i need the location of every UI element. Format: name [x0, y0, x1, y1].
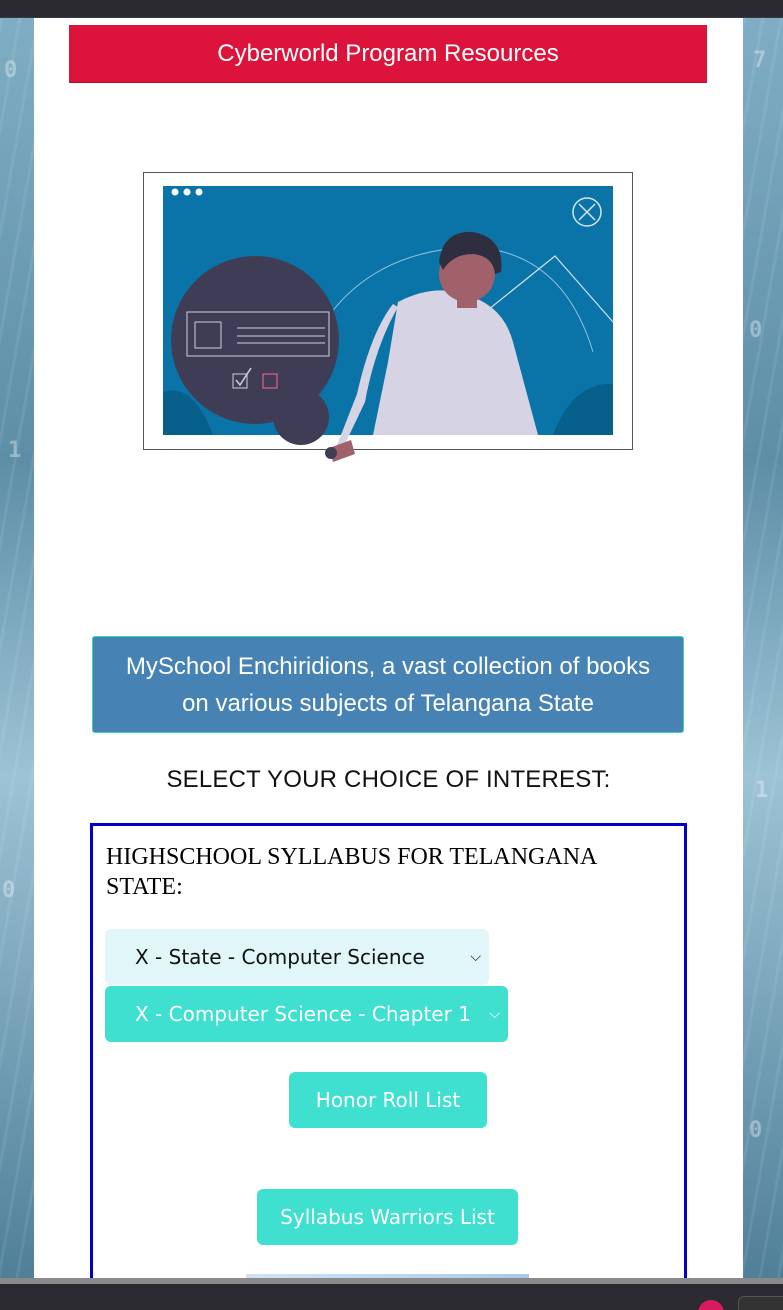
syllabus-section: HIGHSCHOOL SYLLABUS FOR TELANGANA STATE:… [90, 823, 687, 1282]
syllabus-warriors-list-button[interactable]: Syllabus Warriors List [257, 1189, 518, 1245]
presentation-illustration [163, 186, 614, 462]
binary-decoration: 0 [749, 318, 763, 343]
browser-bottom-bar [0, 1284, 783, 1310]
content-panel: Cyberworld Program Resources MySchool En… [34, 18, 743, 1282]
background-right: 7 0 1 0 [743, 18, 783, 1282]
background-left: 0 1 0 [0, 18, 34, 1282]
binary-decoration: 0 [4, 58, 18, 83]
binary-decoration: 0 [749, 1118, 763, 1143]
page-banner: Cyberworld Program Resources [69, 25, 707, 83]
chevron-down-icon: ⌵ [470, 949, 481, 965]
honor-roll-list-button[interactable]: Honor Roll List [289, 1072, 487, 1128]
browser-top-bar [0, 0, 783, 18]
binary-decoration: 7 [753, 48, 767, 73]
binary-decoration: 0 [2, 878, 16, 903]
chevron-down-icon: ⌵ [489, 1006, 500, 1022]
binary-decoration: 1 [755, 778, 769, 803]
binary-decoration: 1 [8, 438, 22, 463]
state-subject-select-value: X - State - Computer Science [135, 945, 425, 969]
enchiridions-collection-button[interactable]: MySchool Enchiridions, a vast collection… [92, 636, 684, 733]
state-subject-select[interactable]: X - State - Computer Science ⌵ [105, 929, 489, 985]
chapter-select[interactable]: X - Computer Science - Chapter 1 ⌵ [105, 986, 508, 1042]
chapter-select-value: X - Computer Science - Chapter 1 [135, 1002, 471, 1026]
select-interest-heading: SELECT YOUR CHOICE OF INTEREST: [166, 766, 611, 793]
syllabus-title: HIGHSCHOOL SYLLABUS FOR TELANGANA STATE: [106, 844, 597, 900]
taskbar-item[interactable] [738, 1296, 783, 1310]
hero-illustration [143, 172, 633, 462]
